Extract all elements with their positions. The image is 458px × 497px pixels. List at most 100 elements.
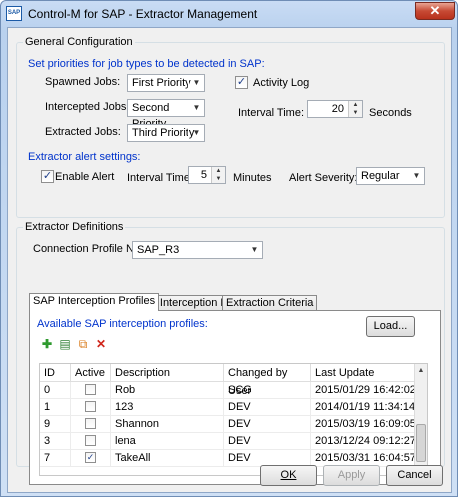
enable-alert-label: Enable Alert xyxy=(55,171,115,183)
alert-severity-label: Alert Severity: xyxy=(289,172,358,184)
cell-description: TakeAll xyxy=(111,450,224,467)
scrollbar-thumb[interactable] xyxy=(416,424,426,462)
cell-id: 3 xyxy=(40,433,71,450)
active-checkbox[interactable] xyxy=(85,418,96,429)
alert-settings-heading: Extractor alert settings: xyxy=(28,151,141,163)
general-configuration-title: General Configuration xyxy=(23,36,135,48)
cancel-button[interactable]: Cancel xyxy=(386,465,443,486)
cell-changed-by: DEV xyxy=(224,433,311,450)
activity-log-checkbox[interactable]: ✓ xyxy=(235,76,248,89)
chevron-down-icon: ▼ xyxy=(188,75,204,91)
alert-interval-unit: Minutes xyxy=(233,172,272,184)
arrow-down-icon[interactable]: ▼ xyxy=(349,109,362,117)
arrow-down-icon[interactable]: ▼ xyxy=(212,175,225,183)
add-icon[interactable]: ✚ xyxy=(40,337,54,351)
active-checkbox[interactable]: ✓ xyxy=(85,452,96,463)
alert-severity-value: Regular xyxy=(361,170,400,182)
cell-active xyxy=(71,433,111,450)
stepper-buttons[interactable]: ▲ ▼ xyxy=(348,101,362,117)
available-profiles-label: Available SAP interception profiles: xyxy=(37,318,208,330)
table-header: ID Active Description Changed by User La… xyxy=(40,364,415,397)
profiles-table: ID Active Description Changed by User La… xyxy=(39,363,428,476)
priorities-heading: Set priorities for job types to be detec… xyxy=(28,58,265,70)
scroll-up-icon[interactable]: ▲ xyxy=(415,364,427,377)
title-bar[interactable]: SAP Control-M for SAP - Extractor Manage… xyxy=(1,1,457,27)
cell-description: Shannon xyxy=(111,416,224,433)
cell-active xyxy=(71,399,111,416)
spawned-jobs-label: Spawned Jobs: xyxy=(45,76,121,88)
column-header-description[interactable]: Description xyxy=(111,364,224,382)
alert-interval-stepper[interactable]: 5 ▲ ▼ xyxy=(188,166,226,184)
extractor-management-window: SAP Control-M for SAP - Extractor Manage… xyxy=(0,0,458,497)
column-header-changed-by[interactable]: Changed by User xyxy=(224,364,311,397)
table-row[interactable]: 0 Rob SCG 2015/01/29 16:42:02 xyxy=(40,382,416,399)
active-checkbox[interactable] xyxy=(85,435,96,446)
alert-severity-select[interactable]: Regular ▼ xyxy=(356,167,425,185)
close-button[interactable]: ✕ xyxy=(415,2,455,20)
cell-active xyxy=(71,416,111,433)
chevron-down-icon: ▼ xyxy=(188,125,204,141)
connection-profile-select[interactable]: SAP_R3 ▼ xyxy=(132,241,263,259)
extracted-jobs-value: Third Priority xyxy=(132,127,195,139)
cell-last-update: 2013/12/24 09:12:27 xyxy=(311,433,416,450)
dialog-body: General Configuration Set priorities for… xyxy=(7,27,452,493)
cell-id: 0 xyxy=(40,382,71,399)
column-header-last-update[interactable]: Last Update xyxy=(311,364,415,382)
cell-description: Rob xyxy=(111,382,224,399)
cell-active: ✓ xyxy=(71,450,111,467)
tab-extraction-criteria[interactable]: Extraction Criteria xyxy=(222,295,318,311)
edit-icon[interactable]: ▤ xyxy=(58,337,72,351)
column-header-id[interactable]: ID xyxy=(40,364,71,382)
connection-profile-value: SAP_R3 xyxy=(137,244,180,256)
cell-last-update: 2015/03/19 16:09:05 xyxy=(311,416,416,433)
cell-changed-by: SCG xyxy=(224,382,311,399)
ok-label: OK xyxy=(280,469,297,481)
cell-id: 9 xyxy=(40,416,71,433)
chevron-down-icon: ▼ xyxy=(188,100,204,116)
table-row[interactable]: 3 lena DEV 2013/12/24 09:12:27 xyxy=(40,433,416,450)
apply-button[interactable]: Apply xyxy=(323,465,380,486)
extracted-jobs-select[interactable]: Third Priority ▼ xyxy=(127,124,205,142)
duplicate-icon[interactable]: ⧉ xyxy=(76,337,90,351)
cell-id: 7 xyxy=(40,450,71,467)
load-button[interactable]: Load... xyxy=(366,316,415,337)
extractor-definitions-title: Extractor Definitions xyxy=(23,221,126,233)
table-row[interactable]: 1 123 DEV 2014/01/19 11:34:14 xyxy=(40,399,415,416)
interval-time-stepper[interactable]: 20 ▲ ▼ xyxy=(307,100,363,118)
cell-id: 1 xyxy=(40,399,71,416)
cell-description: lena xyxy=(111,433,224,450)
tab-label: Extraction Criteria xyxy=(226,297,314,309)
active-checkbox[interactable] xyxy=(85,384,96,395)
chevron-down-icon: ▼ xyxy=(246,242,262,258)
intercepted-jobs-select[interactable]: Second Priority ▼ xyxy=(127,99,205,130)
ok-button[interactable]: OK xyxy=(260,465,317,486)
spawned-jobs-value: First Priority xyxy=(132,77,191,89)
arrow-up-icon[interactable]: ▲ xyxy=(212,167,225,175)
stepper-buttons[interactable]: ▲ ▼ xyxy=(211,167,225,183)
sap-app-icon: SAP xyxy=(6,6,22,21)
interception-profiles-panel: Available SAP interception profiles: Loa… xyxy=(29,310,441,485)
table-scrollbar[interactable]: ▲ ▼ xyxy=(414,364,427,475)
cell-last-update: 2015/01/29 16:42:02 xyxy=(311,382,416,399)
checkmark-icon: ✓ xyxy=(42,170,53,182)
table-row[interactable]: 9 Shannon DEV 2015/03/19 16:09:05 xyxy=(40,416,416,433)
alert-interval-label: Interval Time: xyxy=(127,172,194,184)
tab-sap-interception-profiles[interactable]: SAP Interception Profiles xyxy=(29,293,160,311)
tab-label: SAP Interception Profiles xyxy=(33,295,156,307)
column-header-active[interactable]: Active xyxy=(71,364,111,382)
cell-changed-by: DEV xyxy=(224,399,311,416)
enable-alert-checkbox[interactable]: ✓ xyxy=(41,170,54,183)
chevron-down-icon: ▼ xyxy=(408,168,424,184)
delete-icon[interactable]: ✕ xyxy=(94,337,108,351)
interval-unit-label: Seconds xyxy=(369,107,412,119)
alert-interval-value: 5 xyxy=(200,169,207,181)
spawned-jobs-select[interactable]: First Priority ▼ xyxy=(127,74,205,92)
arrow-up-icon[interactable]: ▲ xyxy=(349,101,362,109)
cell-description: 123 xyxy=(111,399,224,416)
cell-active xyxy=(71,382,111,399)
interval-time-label: Interval Time: xyxy=(238,107,305,119)
window-title: Control-M for SAP - Extractor Management xyxy=(28,7,258,21)
cell-last-update: 2014/01/19 11:34:14 xyxy=(311,399,415,416)
activity-log-label: Activity Log xyxy=(253,77,310,89)
active-checkbox[interactable] xyxy=(85,401,96,412)
